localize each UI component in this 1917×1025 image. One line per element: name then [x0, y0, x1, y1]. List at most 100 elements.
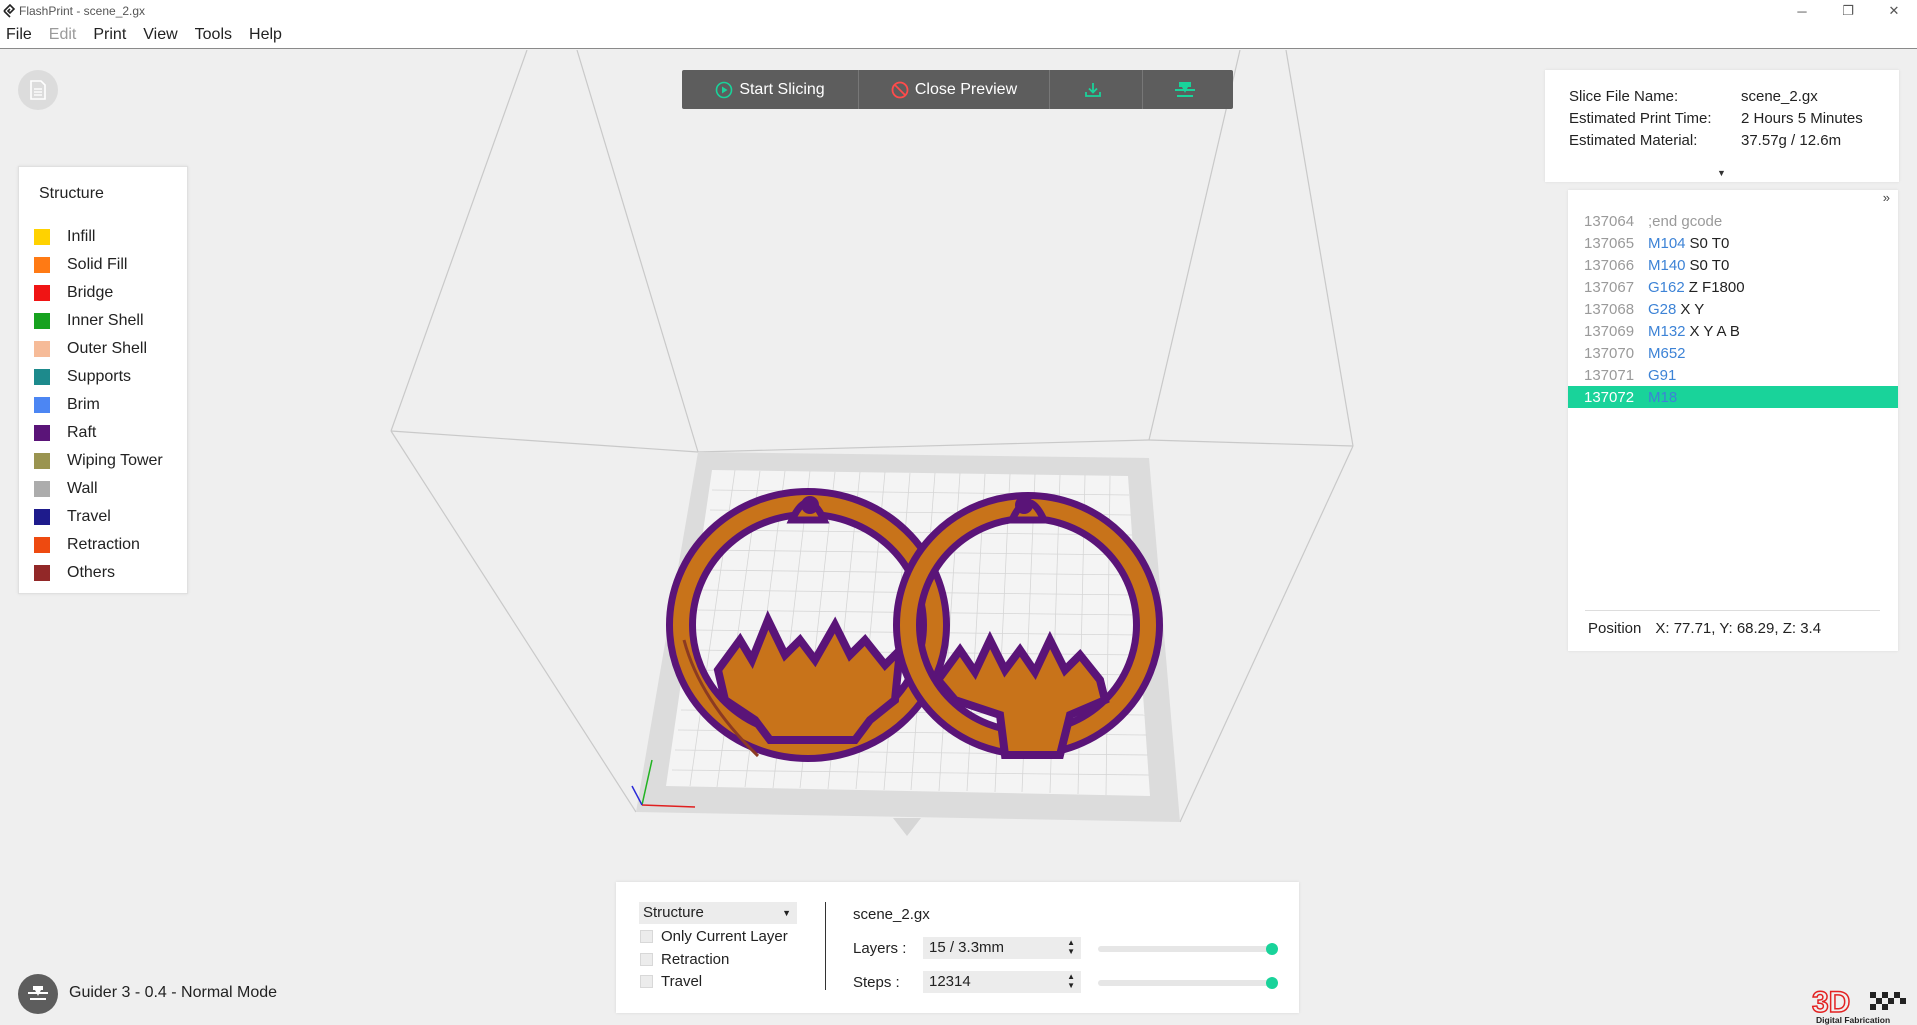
position-value: X: 77.71, Y: 68.29, Z: 3.4 [1655, 620, 1822, 637]
info-row-print-time: Estimated Print Time: 2 Hours 5 Minutes [1569, 110, 1863, 127]
gcode-command: G91 [1648, 366, 1677, 384]
legend-label: Wiping Tower [67, 452, 163, 469]
preview-toolbar: Start Slicing Close Preview [682, 70, 1233, 109]
estimated-print-time: 2 Hours 5 Minutes [1741, 110, 1863, 127]
gcode-line[interactable]: 137067 G162 Z F1800 [1568, 276, 1898, 298]
no-entry-icon [891, 81, 909, 98]
menu-view[interactable]: View [143, 26, 177, 44]
menu-help[interactable]: Help [249, 26, 282, 44]
minimize-button[interactable]: ─ [1779, 0, 1825, 22]
gcode-panel: » 137064 ;end gcode 137065 M104 S0 T0 137066 M… [1568, 190, 1898, 651]
legend-label: Others [67, 564, 116, 581]
printer-connection-button[interactable] [18, 974, 58, 1014]
restore-button[interactable]: ❐ [1825, 0, 1871, 22]
layers-slider[interactable] [1098, 943, 1278, 955]
legend-label: Supports [67, 368, 132, 385]
gcode-line[interactable]: 137066 M140 S0 T0 [1568, 254, 1898, 276]
svg-text:Digital Fabrication: Digital Fabrication [1816, 1015, 1890, 1025]
legend-swatch [34, 313, 50, 329]
gcode-list[interactable]: 137064 ;end gcode 137065 M104 S0 T0 137066 M14… [1568, 210, 1898, 408]
app-logo-icon [3, 4, 16, 18]
gcode-args: S0 T0 [1689, 256, 1730, 274]
legend-swatch [34, 397, 50, 413]
gcode-command: G28 [1648, 300, 1677, 318]
gcode-line[interactable]: 137070 M652 [1568, 342, 1898, 364]
info-row-material: Estimated Material: 37.57g / 12.6m [1569, 132, 1842, 149]
collapse-caret-icon[interactable]: ▼ [1717, 168, 1726, 178]
brand-logo: 3D Digital Fabrication [1811, 985, 1906, 1025]
legend-item: Supports [34, 363, 163, 391]
legend-item: Retraction [34, 531, 163, 559]
gcode-line[interactable]: 137072 M18 [1568, 386, 1898, 408]
gcode-line-number: 137067 [1584, 278, 1635, 296]
legend-item: Bridge [34, 279, 163, 307]
legend-swatch [34, 285, 50, 301]
gcode-command: M132 [1648, 322, 1686, 340]
gcode-line-number: 137068 [1584, 300, 1635, 318]
menu-print[interactable]: Print [93, 26, 126, 44]
legend-label: Wall [67, 480, 98, 497]
window-title: FlashPrint - scene_2.gx [19, 4, 146, 18]
play-icon [716, 81, 733, 98]
gcode-line[interactable]: 137065 M104 S0 T0 [1568, 232, 1898, 254]
position-readout: Position X: 77.71, Y: 68.29, Z: 3.4 [1588, 620, 1822, 637]
legend-swatch [34, 257, 50, 273]
menu-file[interactable]: File [6, 26, 32, 44]
gcode-line-number: 137066 [1584, 256, 1635, 274]
legend-item: Outer Shell [34, 335, 163, 363]
gcode-line-number: 137072 [1584, 388, 1635, 406]
legend-swatch [34, 229, 50, 245]
legend-label: Travel [67, 508, 111, 525]
legend-label: Inner Shell [67, 312, 144, 329]
menu-tools[interactable]: Tools [195, 26, 232, 44]
gcode-line[interactable]: 137071 G91 [1568, 364, 1898, 386]
menu-edit[interactable]: Edit [49, 26, 77, 44]
close-window-button[interactable]: ✕ [1871, 0, 1917, 22]
structure-legend: Structure Infill Solid Fill Bridge Inner Sh… [18, 166, 188, 594]
estimated-material: 37.57g / 12.6m [1741, 132, 1842, 149]
expand-panel-icon[interactable]: » [1883, 190, 1890, 205]
close-preview-button[interactable]: Close Preview [859, 70, 1049, 109]
spin-arrows-icon[interactable]: ▲ ▼ [1067, 972, 1075, 990]
start-slicing-button[interactable]: Start Slicing [682, 70, 858, 109]
legend-item: Travel [34, 503, 163, 531]
legend-label: Raft [67, 424, 97, 441]
legend-label: Infill [67, 228, 96, 245]
gcode-comment: ;end gcode [1648, 212, 1723, 230]
legend-swatch [34, 537, 50, 553]
printer-nozzle-icon [1174, 81, 1195, 97]
start-slicing-label: Start Slicing [739, 80, 825, 98]
document-icon-button[interactable] [18, 70, 58, 110]
send-to-printer-button[interactable] [1143, 70, 1232, 109]
slice-file-name: scene_2.gx [1741, 88, 1818, 105]
layers-spinbox[interactable]: 15 / 3.3mm ▲ ▼ [923, 937, 1081, 959]
gcode-line-number: 137064 [1584, 212, 1635, 230]
preview-control-panel: Structure ▼ Only Current Layer Retractio… [616, 882, 1299, 1013]
slice-info-panel: Slice File Name: scene_2.gx Estimated Pr… [1545, 70, 1899, 182]
gcode-line-number: 137069 [1584, 322, 1635, 340]
retraction-checkbox[interactable]: Retraction [640, 951, 729, 968]
legend-item: Infill [34, 223, 163, 251]
view-mode-select[interactable]: Structure ▼ [639, 902, 797, 924]
close-preview-label: Close Preview [914, 80, 1018, 98]
preview-file-name: scene_2.gx [853, 906, 930, 923]
steps-spinbox[interactable]: 12314 ▲ ▼ [923, 971, 1081, 993]
gcode-line[interactable]: 137069 M132 X Y A B [1568, 320, 1898, 342]
only-current-layer-checkbox[interactable]: Only Current Layer [640, 928, 788, 945]
gcode-line[interactable]: 137064 ;end gcode [1568, 210, 1898, 232]
legend-label: Solid Fill [67, 256, 128, 273]
steps-slider-handle[interactable] [1266, 977, 1278, 989]
export-button[interactable] [1050, 70, 1142, 109]
steps-label: Steps : [853, 974, 900, 991]
travel-checkbox[interactable]: Travel [640, 973, 702, 990]
legend-title: Structure [39, 185, 104, 202]
printer-nozzle-icon [28, 986, 48, 1000]
legend-item: Wall [34, 475, 163, 503]
title-bar: FlashPrint - scene_2.gx ─ ❐ ✕ [0, 0, 1917, 22]
legend-item: Brim [34, 391, 163, 419]
layers-slider-handle[interactable] [1266, 943, 1278, 955]
steps-slider[interactable] [1098, 977, 1278, 989]
gcode-line[interactable]: 137068 G28 X Y [1568, 298, 1898, 320]
gcode-line-number: 137071 [1584, 366, 1635, 384]
spin-arrows-icon[interactable]: ▲ ▼ [1067, 938, 1075, 956]
